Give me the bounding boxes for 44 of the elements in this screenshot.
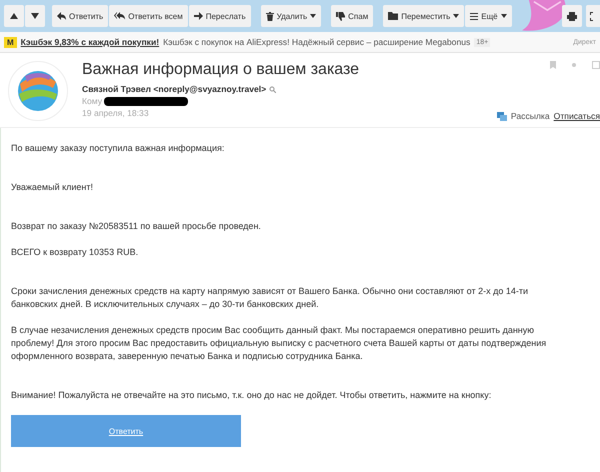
toolbar-button[interactable]: Переместить [383, 5, 464, 27]
message-paragraph: Возврат по заказу №20583511 по вашей просьбе проведен. [11, 220, 262, 233]
caret-icon [500, 14, 507, 18]
reply-all-icon [114, 12, 126, 20]
theme-decoration-drawing [522, 0, 566, 32]
email-date: 19 апреля, 18:33 [82, 108, 150, 118]
message-paragraph: Внимание! Пожалуйста не отвечайте на это письмо, т.к. оно до нас не дойдет. Чтобы ответить, нажмите на кнопку: [11, 389, 492, 402]
mailing-icon [496, 112, 507, 120]
ad-logo: M [4, 36, 17, 48]
print-button[interactable] [562, 5, 582, 27]
ad-text: Кэшбэк с покупок на AliExpress! Надёжный сервис – расширение Megabonus [163, 37, 470, 47]
dot-icon[interactable] [572, 63, 576, 67]
caret-icon [453, 14, 460, 18]
toolbar-button[interactable]: Спам [331, 5, 374, 27]
printer-icon [567, 12, 577, 20]
message-paragraph: ВСЕГО к возврату 10353 RUB. [11, 246, 140, 259]
ad-link[interactable]: Кэшбэк 9,83% с каждой покупки! [20, 37, 160, 47]
toolbar-button[interactable]: Ответить всем [109, 5, 188, 27]
message-paragraph: Сроки зачисления денежных средств на карту напрямую зависят от Вашего Банка. Обычно они составляют от 2-х до 14-ти банковских дней. В исключительных случаях – до 30-ти банковских дней. [11, 285, 529, 311]
sender-address[interactable]: Связной Трэвел <noreply@svyaznoy.travel> [82, 84, 266, 94]
unsubscribe-link[interactable]: Отписаться [554, 111, 600, 121]
toolbar-button[interactable]: Ответить [52, 5, 108, 27]
to-label: Кому [82, 96, 102, 106]
toolbar-button[interactable]: Ещё [465, 5, 512, 27]
toolbar-button[interactable]: Переслать [188, 5, 251, 27]
down-arrow-icon [31, 13, 39, 19]
fullscreen-button[interactable] [586, 5, 600, 27]
caret-icon [310, 14, 316, 18]
next-button[interactable] [25, 5, 45, 27]
trash-icon [266, 12, 274, 20]
menu-icon [470, 12, 478, 20]
toolbar-button[interactable]: Удалить [260, 5, 322, 27]
reply-icon [57, 12, 66, 20]
previous-button[interactable] [4, 5, 24, 27]
arrow-right-icon [194, 12, 203, 20]
folder-icon [388, 12, 398, 20]
mailing-label: Рассылка [510, 111, 550, 121]
email-subject: Важная информация о вашем заказе [82, 61, 360, 79]
search-icon[interactable] [269, 86, 276, 92]
up-arrow-icon [10, 13, 18, 19]
message-paragraph: По вашему заказу поступила важная информация: [11, 142, 226, 155]
message-paragraph: В случае незачисления денежных средств просим Вас сообщить данный факт. Мы постараемся оперативно решить данную проблему! Для этого просим Вас предоставить официальную выписку с расчетного счета Вашей карты от даты подтверждения оформленного возврата, заверенную печатью Банка и подписью сотрудника Банка. [11, 324, 548, 363]
thumbs-down-icon [336, 12, 346, 20]
message-paragraph: Уважаемый клиент! [11, 181, 94, 194]
